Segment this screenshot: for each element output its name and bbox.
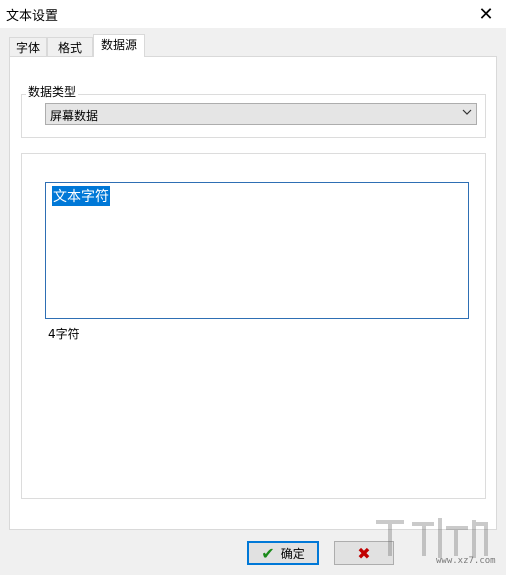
window-title: 文本设置: [6, 9, 59, 24]
cancel-x-icon: ✖: [357, 543, 371, 563]
data-type-group-label: 数据类型: [26, 83, 79, 100]
char-count: 4字符: [48, 327, 80, 341]
close-icon: ✕: [478, 3, 494, 25]
tab-datasource[interactable]: 数据源: [93, 34, 145, 57]
close-button[interactable]: ✕: [466, 0, 506, 28]
data-type-select-value: 屏幕数据: [50, 109, 99, 123]
selected-text: 文本字符: [52, 186, 110, 206]
tab-font-label: 字体: [15, 41, 40, 55]
text-input[interactable]: 文本字符: [45, 182, 469, 319]
tab-datasource-label: 数据源: [100, 38, 137, 52]
tab-format[interactable]: 格式: [47, 37, 93, 58]
tab-font[interactable]: 字体: [9, 37, 47, 58]
ok-button[interactable]: ✔ 确定: [247, 541, 319, 565]
ok-button-label: 确定: [280, 546, 305, 561]
chevron-down-icon: [462, 107, 472, 120]
data-type-select[interactable]: 屏幕数据: [45, 103, 477, 125]
watermark-url: www.xz7.com: [436, 556, 496, 566]
checkmark-icon: ✔: [261, 543, 275, 563]
tab-format-label: 格式: [57, 41, 82, 55]
title-bar: 文本设置 ✕: [0, 0, 506, 28]
